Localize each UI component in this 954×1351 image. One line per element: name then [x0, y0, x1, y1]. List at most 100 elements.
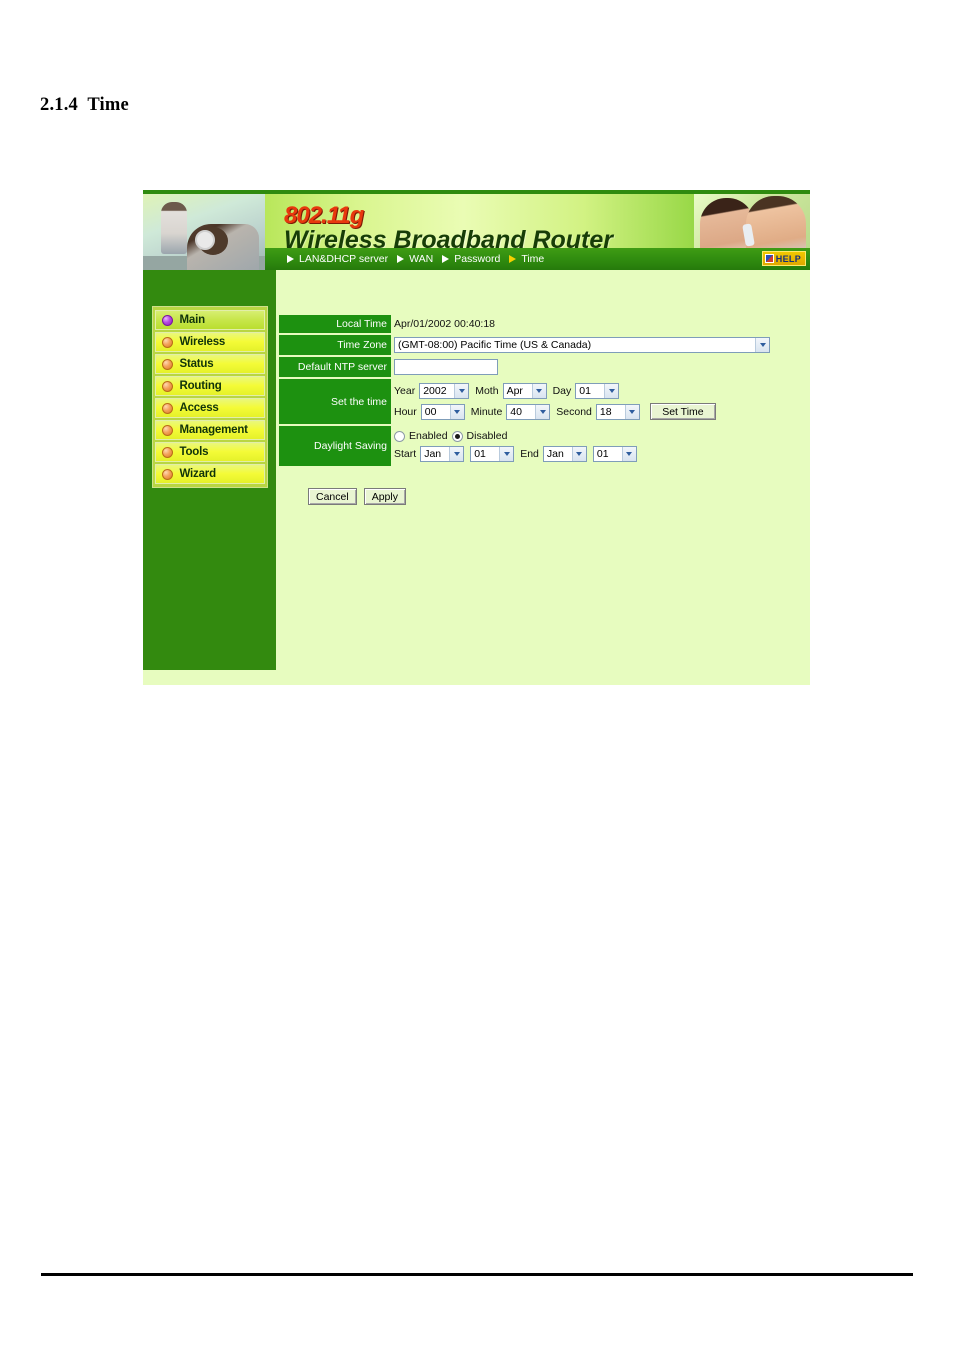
headphones-icon: [195, 230, 215, 250]
chevron-down-icon[interactable]: [755, 338, 769, 352]
bullet-icon: [161, 336, 173, 348]
daylight-enabled-radio[interactable]: [394, 430, 405, 442]
year-label: Year: [394, 385, 416, 397]
help-icon: [764, 254, 774, 263]
daylight-end-month-value: Jan: [546, 448, 564, 460]
local-time-label: Local Time: [279, 315, 391, 333]
chevron-down-icon[interactable]: [531, 384, 546, 398]
header-banner: 802.11g Wireless Broadband Router LAN&DH…: [143, 190, 810, 270]
ntp-server-input[interactable]: [394, 359, 498, 375]
sidebar-item-wireless[interactable]: Wireless: [154, 332, 265, 352]
cancel-button[interactable]: Cancel: [308, 488, 357, 505]
time-settings-form: Local Time Apr/01/2002 00:40:18 Time Zon…: [279, 315, 810, 468]
bullet-icon: [161, 446, 173, 458]
chevron-down-icon[interactable]: [624, 404, 639, 419]
chevron-down-icon[interactable]: [499, 447, 514, 461]
hour-label: Hour: [394, 405, 417, 418]
daylight-end-day-select[interactable]: 01: [592, 446, 637, 462]
time-zone-select[interactable]: (GMT-08:00) Pacific Time (US & Canada): [394, 337, 770, 353]
time-zone-selected-value: (GMT-08:00) Pacific Time (US & Canada): [398, 339, 592, 351]
hour-select[interactable]: 00: [420, 403, 465, 420]
sidebar-item-main[interactable]: Main: [154, 310, 265, 330]
nav-item-lan-dhcp-server[interactable]: LAN&DHCP server: [287, 253, 388, 265]
row-time-zone: Time Zone (GMT-08:00) Pacific Time (US &…: [279, 335, 810, 355]
sidebar-item-management[interactable]: Management: [154, 420, 265, 440]
daylight-start-day-value: 01: [474, 448, 486, 460]
chevron-down-icon[interactable]: [449, 404, 464, 419]
daylight-start-day-select[interactable]: 01: [470, 446, 515, 462]
ntp-server-value-cell: [391, 357, 810, 377]
daylight-saving-label: Daylight Saving: [279, 426, 391, 466]
sidebar-item-label: Access: [179, 402, 219, 414]
nav-item-label: Time: [521, 253, 545, 265]
action-buttons: Cancel Apply: [308, 488, 406, 505]
day-selected-value: 01: [579, 385, 591, 397]
chevron-down-icon[interactable]: [449, 447, 464, 461]
ntp-server-label: Default NTP server: [279, 357, 391, 377]
sidebar-item-routing[interactable]: Routing: [154, 376, 265, 396]
sidebar-item-label: Wireless: [179, 336, 226, 348]
minute-label: Minute: [470, 405, 503, 418]
set-time-clock-row: Hour 00 Minute 40 Second 18 Set Time: [394, 403, 716, 420]
daylight-end-label: End: [520, 448, 539, 460]
second-select[interactable]: 18: [595, 403, 640, 420]
daylight-saving-range-row: Start Jan 01 End Jan 01: [394, 446, 643, 462]
arrow-right-icon: [287, 255, 294, 263]
row-daylight-saving: Daylight Saving Enabled Disabled Start J…: [279, 426, 810, 466]
minute-selected-value: 40: [510, 405, 522, 418]
sidebar-item-status[interactable]: Status: [154, 354, 265, 374]
row-ntp-server: Default NTP server: [279, 357, 810, 377]
photo-person-standing: [161, 202, 187, 254]
daylight-end-day-value: 01: [596, 448, 609, 460]
nav-item-label: LAN&DHCP server: [299, 253, 389, 265]
month-selected-value: Apr: [506, 385, 523, 397]
help-button[interactable]: HELP: [761, 251, 806, 266]
content-panel: Local Time Apr/01/2002 00:40:18 Time Zon…: [279, 270, 810, 685]
daylight-enabled-label: Enabled: [409, 430, 448, 442]
day-label: Day: [552, 385, 572, 397]
bullet-icon: [161, 424, 173, 436]
sidebar-item-access[interactable]: Access: [154, 398, 265, 418]
bullet-icon: [161, 314, 173, 326]
chevron-down-icon[interactable]: [535, 404, 550, 419]
nav-item-time[interactable]: Time: [509, 253, 544, 265]
chevron-down-icon[interactable]: [604, 384, 619, 398]
day-select[interactable]: 01: [575, 383, 620, 399]
daylight-start-month-select[interactable]: Jan: [420, 446, 465, 462]
time-zone-value-cell: (GMT-08:00) Pacific Time (US & Canada): [391, 335, 810, 355]
bullet-icon: [161, 402, 173, 414]
daylight-saving-value-cell: Enabled Disabled Start Jan 01 End Jan 01: [391, 426, 810, 466]
daylight-saving-radio-row: Enabled Disabled: [394, 430, 511, 442]
daylight-end-month-select[interactable]: Jan: [542, 446, 587, 462]
local-time-value: Apr/01/2002 00:40:18: [394, 318, 496, 330]
nav-item-password[interactable]: Password: [442, 253, 500, 265]
apply-button[interactable]: Apply: [363, 488, 406, 505]
chevron-down-icon[interactable]: [454, 384, 469, 398]
month-select[interactable]: Apr: [502, 383, 547, 399]
sidebar-item-label: Routing: [179, 380, 222, 392]
chevron-down-icon[interactable]: [621, 447, 636, 461]
set-time-button[interactable]: Set Time: [649, 403, 716, 420]
second-label: Second: [556, 405, 592, 418]
sidebar-item-label: Tools: [179, 446, 209, 458]
nav-item-wan[interactable]: WAN: [397, 253, 433, 265]
daylight-start-label: Start: [394, 448, 417, 460]
minute-select[interactable]: 40: [506, 403, 551, 420]
nav-item-label: Password: [454, 253, 501, 265]
set-time-value-cell: Year 2002 Moth Apr Day 01 Hour 00 Minute…: [391, 379, 810, 424]
daylight-disabled-radio[interactable]: [451, 430, 463, 442]
chevron-down-icon[interactable]: [571, 447, 586, 461]
second-selected-value: 18: [599, 405, 612, 418]
sidebar-item-wizard[interactable]: Wizard: [154, 464, 265, 484]
sidebar-item-label: Wizard: [179, 468, 217, 480]
router-admin-window: 802.11g Wireless Broadband Router LAN&DH…: [143, 190, 810, 685]
bullet-icon: [161, 468, 173, 480]
sidebar-menu: Main Wireless Status Routing Access Mana…: [151, 306, 268, 488]
time-zone-label: Time Zone: [279, 335, 391, 355]
year-select[interactable]: 2002: [419, 383, 470, 399]
sidebar-item-label: Status: [179, 358, 214, 370]
nav-item-label: WAN: [409, 253, 434, 265]
row-set-time: Set the time Year 2002 Moth Apr Day 01 H…: [279, 379, 810, 424]
sidebar-item-tools[interactable]: Tools: [154, 442, 265, 462]
banner-photo-left: [143, 194, 265, 270]
